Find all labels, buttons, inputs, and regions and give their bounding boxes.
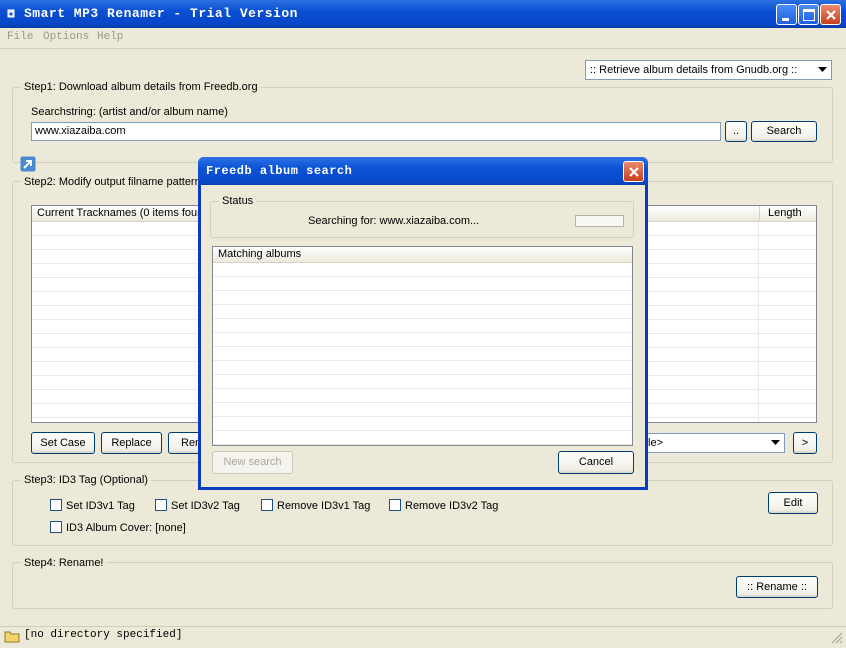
search-progress-bar: [575, 215, 624, 227]
dialog-body: Status Searching for: www.xiazaiba.com..…: [201, 185, 645, 487]
maximize-icon: [803, 9, 815, 21]
matching-albums-list[interactable]: Matching albums: [212, 246, 633, 446]
matching-albums-rows: [213, 263, 632, 445]
window-title: Smart MP3 Renamer - Trial Version: [24, 6, 298, 21]
status-legend: Status: [219, 195, 257, 207]
app-icon: [6, 8, 18, 20]
step2-legend: Step2: Modify output filname pattern: [21, 176, 204, 188]
maximize-button[interactable]: [798, 4, 819, 25]
dialog-title-bar: Freedb album search: [198, 157, 648, 185]
close-icon: [826, 10, 836, 20]
new-search-button[interactable]: New search: [212, 451, 293, 474]
dialog-close-button[interactable]: [623, 161, 644, 182]
menu-file[interactable]: File: [7, 31, 33, 43]
remove-id3v1-checkbox[interactable]: [261, 499, 273, 511]
remove-id3v2-checkbox[interactable]: [389, 499, 401, 511]
minimize-button[interactable]: [776, 4, 797, 25]
set-id3v1-checkbox[interactable]: [50, 499, 62, 511]
status-text: [no directory specified]: [24, 629, 183, 641]
edit-button[interactable]: Edit: [768, 492, 818, 514]
album-cover-checkbox[interactable]: [50, 521, 62, 533]
set-id3v2-checkbox[interactable]: [155, 499, 167, 511]
title-bar: Smart MP3 Renamer - Trial Version: [0, 0, 846, 28]
step1-legend: Step1: Download album details from Freed…: [21, 81, 261, 93]
dialog-title: Freedb album search: [206, 164, 353, 178]
step4-legend: Step4: Rename!: [21, 557, 107, 569]
set-id3v1-label: Set ID3v1 Tag: [66, 500, 135, 512]
freedb-search-dialog: Freedb album search Status Searching for…: [198, 157, 648, 490]
set-id3v2-label: Set ID3v2 Tag: [171, 500, 240, 512]
search-button[interactable]: Search: [751, 121, 817, 142]
menu-bar: File Options Help: [0, 28, 846, 49]
replace-button[interactable]: Replace: [101, 432, 162, 454]
menu-options[interactable]: Options: [43, 31, 89, 43]
step4-group: [12, 562, 833, 609]
search-status-text: Searching for: www.xiazaiba.com...: [308, 215, 480, 227]
chevron-down-icon: [814, 62, 830, 78]
remove-id3v1-label: Remove ID3v1 Tag: [277, 500, 371, 512]
close-icon: [629, 167, 639, 177]
set-case-button[interactable]: Set Case: [31, 432, 95, 454]
browse-button[interactable]: ..: [725, 121, 747, 142]
matching-albums-header[interactable]: Matching albums: [213, 247, 632, 263]
search-input[interactable]: www.xiazaiba.com: [31, 122, 721, 141]
source-select-value: :: Retrieve album details from Gnudb.org…: [590, 64, 798, 76]
cancel-button[interactable]: Cancel: [558, 451, 634, 474]
resize-grip-icon[interactable]: [830, 631, 844, 648]
column-current-tracknames[interactable]: Current Tracknames (0 items found): [37, 207, 213, 219]
search-label: Searchstring: (artist and/or album name): [31, 106, 228, 118]
status-bar: [no directory specified]: [0, 626, 846, 646]
remove-id3v2-label: Remove ID3v2 Tag: [405, 500, 499, 512]
column-divider: [758, 222, 759, 422]
folder-icon: [4, 629, 20, 646]
menu-help[interactable]: Help: [97, 31, 123, 43]
arrow-icon: [20, 156, 36, 175]
rename-button[interactable]: :: Rename ::: [736, 576, 818, 598]
close-button[interactable]: [820, 4, 841, 25]
chevron-down-icon: [767, 435, 783, 451]
next-button[interactable]: >: [793, 432, 817, 454]
step3-legend: Step3: ID3 Tag (Optional): [21, 474, 151, 486]
album-cover-label: ID3 Album Cover: [none]: [66, 522, 186, 534]
source-select[interactable]: :: Retrieve album details from Gnudb.org…: [585, 60, 832, 80]
minimize-icon: [782, 18, 789, 21]
pattern-select[interactable]: tle>: [640, 433, 785, 453]
